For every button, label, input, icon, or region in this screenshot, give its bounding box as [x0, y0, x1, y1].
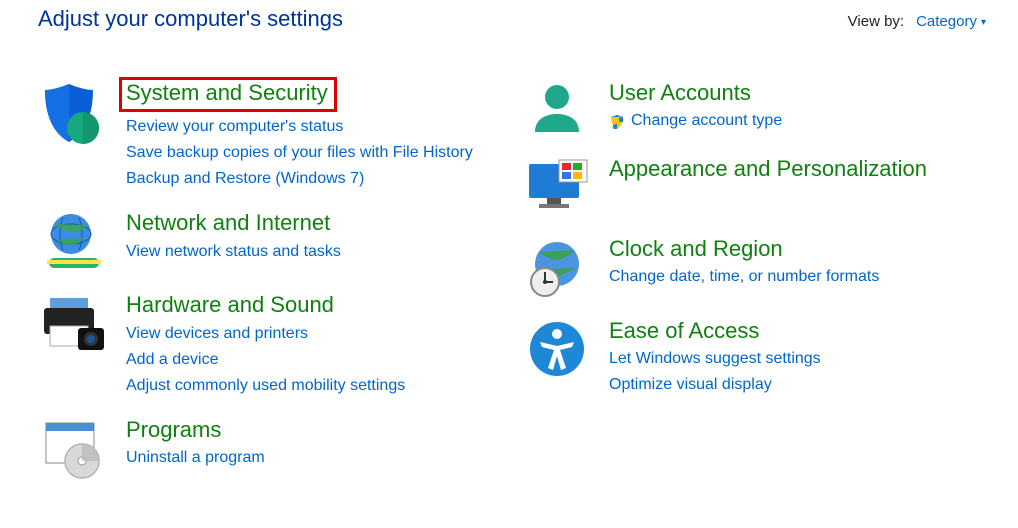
page-title: Adjust your computer's settings [38, 6, 343, 32]
globe-network-icon [38, 210, 110, 274]
link-visual-display[interactable]: Optimize visual display [609, 372, 986, 398]
category-user-accounts: User Accounts [521, 80, 986, 138]
view-by: View by: Category ▾ [848, 13, 986, 30]
monitor-apps-icon [521, 156, 593, 218]
link-change-account-type[interactable]: Change account type [609, 108, 782, 134]
category-hardware-sound: Hardware and Sound View devices and prin… [38, 292, 503, 398]
category-title-appearance[interactable]: Appearance and Personalization [609, 156, 927, 182]
category-appearance: Appearance and Personalization [521, 156, 986, 218]
category-title-programs[interactable]: Programs [126, 417, 221, 443]
shield-icon [38, 80, 110, 192]
link-date-time-formats[interactable]: Change date, time, or number formats [609, 264, 986, 290]
link-network-status[interactable]: View network status and tasks [126, 239, 503, 265]
category-title-system-security[interactable]: System and Security [119, 77, 337, 112]
view-by-label: View by: [848, 13, 904, 30]
category-title-user-accounts[interactable]: User Accounts [609, 80, 751, 106]
category-system-security: System and Security Review your computer… [38, 80, 503, 192]
user-icon [521, 80, 593, 138]
link-devices-printers[interactable]: View devices and printers [126, 321, 503, 347]
link-mobility-settings[interactable]: Adjust commonly used mobility settings [126, 373, 503, 399]
category-title-clock-region[interactable]: Clock and Region [609, 236, 783, 262]
category-title-ease-of-access[interactable]: Ease of Access [609, 318, 759, 344]
programs-disc-icon [38, 417, 110, 479]
accessibility-icon [521, 318, 593, 398]
link-review-status[interactable]: Review your computer's status [126, 114, 503, 140]
printer-camera-icon [38, 292, 110, 398]
category-clock-region: Clock and Region Change date, time, or n… [521, 236, 986, 300]
uac-shield-icon [609, 113, 625, 129]
link-add-device[interactable]: Add a device [126, 347, 503, 373]
category-network-internet: Network and Internet View network status… [38, 210, 503, 274]
link-suggest-settings[interactable]: Let Windows suggest settings [609, 346, 986, 372]
category-ease-of-access: Ease of Access Let Windows suggest setti… [521, 318, 986, 398]
link-uninstall-program[interactable]: Uninstall a program [126, 445, 503, 471]
globe-clock-icon [521, 236, 593, 300]
view-by-dropdown[interactable]: Category ▾ [916, 13, 986, 30]
category-programs: Programs Uninstall a program [38, 417, 503, 479]
link-change-account-type-text: Change account type [631, 108, 782, 134]
category-title-network-internet[interactable]: Network and Internet [126, 210, 330, 236]
link-backup-restore[interactable]: Backup and Restore (Windows 7) [126, 166, 503, 192]
chevron-down-icon: ▾ [981, 18, 986, 28]
category-title-hardware-sound[interactable]: Hardware and Sound [126, 292, 334, 318]
view-by-value: Category [916, 13, 977, 30]
link-file-history[interactable]: Save backup copies of your files with Fi… [126, 140, 503, 166]
